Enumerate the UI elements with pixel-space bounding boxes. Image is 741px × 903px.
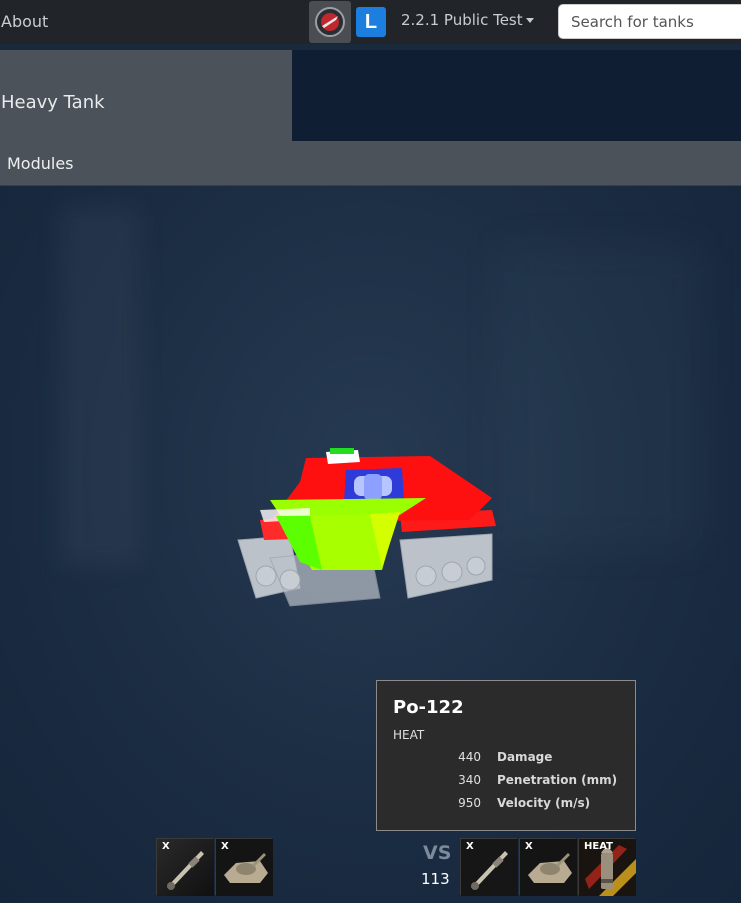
stat-value: 340 (458, 773, 481, 787)
stat-row-damage: 440 Damage (377, 750, 635, 766)
stat-row-penetration: 340 Penetration (mm) (377, 773, 635, 789)
slot-mark: X (525, 841, 533, 852)
vs-label: VS (423, 842, 452, 864)
l-logo-letter: L (364, 10, 378, 33)
slot-mark: X (466, 841, 474, 852)
stat-label: Damage (497, 750, 553, 764)
header-panel-right (292, 50, 741, 141)
version-label: 2.2.1 Public Test (401, 11, 523, 29)
shell-tooltip: Po-122 HEAT 440 Damage 340 Penetration (… (376, 680, 636, 831)
slot-mark: X (162, 841, 170, 852)
shell-name: Po-122 (393, 697, 464, 718)
stat-row-velocity: 950 Velocity (m/s) (377, 796, 635, 812)
caret-down-icon (525, 18, 534, 23)
module-slot-gun-left[interactable]: X (156, 838, 214, 896)
slot-mark: HEAT (584, 841, 613, 852)
stat-label: Velocity (m/s) (497, 796, 591, 810)
tank-search-input[interactable] (558, 4, 741, 39)
module-slot-turret-left[interactable]: X (215, 838, 273, 896)
shell-type: HEAT (393, 728, 425, 742)
vs-value: 113 (421, 870, 450, 888)
stat-value: 440 (458, 750, 481, 764)
stat-value: 950 (458, 796, 481, 810)
nav-about-link[interactable]: About (1, 12, 48, 31)
top-navbar: About L 2.2.1 Public Test (0, 0, 741, 44)
wot-logo-button[interactable] (309, 1, 351, 43)
slot-mark: X (221, 841, 229, 852)
tank-class-label: Heavy Tank (1, 92, 105, 113)
module-slot-shell-right[interactable]: HEAT (578, 838, 636, 896)
module-slot-gun-right[interactable]: X (460, 838, 518, 896)
l-logo-button[interactable]: L (356, 7, 386, 37)
modules-bar[interactable] (0, 141, 741, 186)
tank-armor-model[interactable] (230, 448, 500, 608)
wot-logo-icon (315, 7, 345, 37)
module-slot-turret-right[interactable]: X (519, 838, 577, 896)
modules-label[interactable]: Modules (7, 154, 74, 173)
version-dropdown[interactable]: 2.2.1 Public Test (401, 11, 534, 29)
stat-label: Penetration (mm) (497, 773, 618, 787)
